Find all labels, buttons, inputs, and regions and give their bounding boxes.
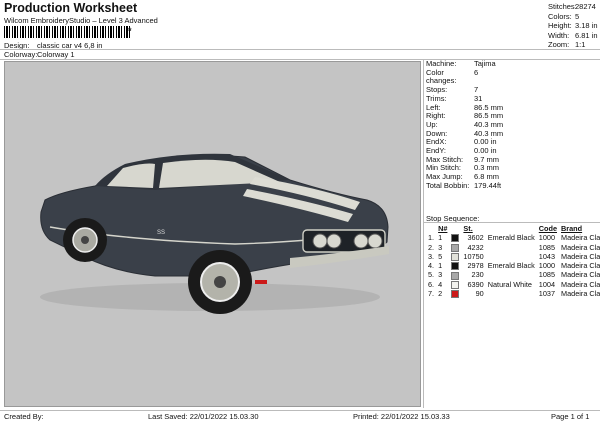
color-code: 1000 xyxy=(538,261,555,271)
car-illustration: SS xyxy=(40,153,389,314)
stop-index: 6. xyxy=(428,279,435,289)
thread-brand: Madeira Classic 40 xyxy=(561,251,600,261)
design-preview: SS xyxy=(4,61,421,407)
stop-sequence-table: N# St. Code Brand 1. 1 3602 Emerald Black 10… xyxy=(426,224,600,299)
divider xyxy=(0,49,600,50)
color-code: 1085 xyxy=(538,242,555,252)
color-swatch xyxy=(449,261,461,271)
color-code: 1043 xyxy=(538,251,555,261)
machine-row: Total Bobbin: 179.44ft xyxy=(426,180,502,190)
machine-info: Machine: Tajima Color changes: 6 Stops: 7 Trim… xyxy=(426,59,503,191)
stat-zoom: Zoom: 1:1 xyxy=(548,40,586,50)
needle-number: 3 xyxy=(438,270,443,280)
color-swatch xyxy=(449,280,461,289)
machine-row: Color changes: 6 xyxy=(426,67,479,86)
thread-brand: Madeira Classic 40 xyxy=(561,279,600,289)
software-subtitle: Wilcom EmbroideryStudio – Level 3 Advanc… xyxy=(4,16,158,25)
stat-colors: Colors: 5 xyxy=(548,11,580,21)
thread-brand: Madeira Classic 40 xyxy=(561,261,600,271)
color-code: 1085 xyxy=(538,270,555,280)
stop-index: 4. xyxy=(428,261,435,271)
stitch-count: 4232 xyxy=(467,242,484,252)
needle-number: 3 xyxy=(438,242,443,252)
table-row: 7.2 90 1037 Madeira Classic 40 xyxy=(426,289,600,299)
table-row: 2.3 4232 1085 Madeira Classic 40 xyxy=(426,243,600,252)
barcode xyxy=(4,26,130,38)
thread-color-swatch xyxy=(451,271,460,280)
barcode-text: * xyxy=(128,26,132,36)
thread-color-swatch xyxy=(451,243,460,252)
svg-text:SS: SS xyxy=(157,230,165,236)
table-row: 5.3 230 1085 Madeira Classic 40 xyxy=(426,270,600,280)
color-name xyxy=(486,270,537,279)
thread-brand: Madeira Classic 40 xyxy=(561,233,600,243)
created-by: Created By: xyxy=(4,412,44,421)
stop-index: 7. xyxy=(428,289,435,299)
printed-date: Printed: 22/01/2022 15.03.33 xyxy=(353,412,450,421)
thread-brand: Madeira Classic 40 xyxy=(561,289,600,299)
color-code: 1037 xyxy=(538,289,555,299)
color-swatch xyxy=(449,289,461,299)
stitch-count: 90 xyxy=(475,289,484,299)
table-row: 3.5 10750 1043 Madeira Classic 40 xyxy=(426,252,600,261)
needle-number: 5 xyxy=(438,251,443,261)
color-name: Natural White xyxy=(487,279,532,289)
thread-color-swatch xyxy=(451,234,460,243)
thread-brand: Madeira Classic 40 xyxy=(561,242,600,252)
table-row: 4.1 2978Emerald Black1000 Madeira Classic … xyxy=(426,261,600,271)
colorway-label: Colorway: xyxy=(4,50,38,59)
color-name: Emerald Black xyxy=(487,233,535,243)
color-swatch xyxy=(449,243,461,252)
stitch-count: 10750 xyxy=(463,251,484,261)
color-swatch xyxy=(449,270,461,280)
stop-index: 1. xyxy=(428,233,435,243)
stat-stitches: Stitches: 28274 xyxy=(548,2,596,11)
last-saved: Last Saved: 22/01/2022 15.03.30 xyxy=(148,412,259,421)
col-code: Code xyxy=(538,224,558,233)
needle-number: 2 xyxy=(438,289,443,299)
stop-index: 2. xyxy=(428,242,435,252)
color-name xyxy=(486,289,537,298)
col-st: St. xyxy=(463,224,473,233)
divider xyxy=(0,59,600,60)
thread-color-swatch xyxy=(451,280,460,289)
col-brand: Brand xyxy=(561,224,583,233)
needle-number: 1 xyxy=(438,261,443,271)
needle-number: 1 xyxy=(438,233,443,243)
color-name: Emerald Black xyxy=(487,261,535,271)
color-name xyxy=(486,252,537,261)
stitch-count: 6390 xyxy=(467,279,484,289)
colorway-value: Colorway 1 xyxy=(37,50,75,59)
thread-color-swatch xyxy=(451,252,460,261)
stop-index: 5. xyxy=(428,270,435,280)
table-header: N# St. Code Brand xyxy=(426,224,600,233)
color-swatch xyxy=(449,233,461,243)
stat-height: Height: 3.18 in xyxy=(548,21,598,31)
stitch-count: 3602 xyxy=(467,233,484,243)
page-number: Page 1 of 1 xyxy=(551,412,590,421)
color-code: 1000 xyxy=(538,233,555,243)
divider xyxy=(424,222,600,223)
column-divider xyxy=(423,60,424,408)
color-name xyxy=(486,243,537,252)
col-n: N# xyxy=(438,224,448,233)
thread-brand: Madeira Classic 40 xyxy=(561,270,600,280)
stop-index: 3. xyxy=(428,251,435,261)
divider xyxy=(0,410,600,411)
table-row: 6.4 6390Natural White 1004 Madeira Classic … xyxy=(426,280,600,289)
page-title: Production Worksheet xyxy=(4,1,138,15)
stitch-count: 2978 xyxy=(467,261,484,271)
needle-number: 4 xyxy=(438,279,443,289)
table-row: 1.1 3602Emerald Black1000 Madeira Classic … xyxy=(426,233,600,243)
stat-width: Width: 6.81 in xyxy=(548,30,598,40)
thread-color-swatch xyxy=(451,262,460,271)
color-swatch xyxy=(449,252,461,261)
stats-panel: Stitches: 28274 Colors: 5 Height: 3.18 in W… xyxy=(548,2,598,50)
stitch-count: 230 xyxy=(471,270,484,280)
thread-color-swatch xyxy=(451,290,460,299)
colorway-row: Colorway: Colorway 1 xyxy=(4,50,75,59)
color-code: 1004 xyxy=(538,279,555,289)
